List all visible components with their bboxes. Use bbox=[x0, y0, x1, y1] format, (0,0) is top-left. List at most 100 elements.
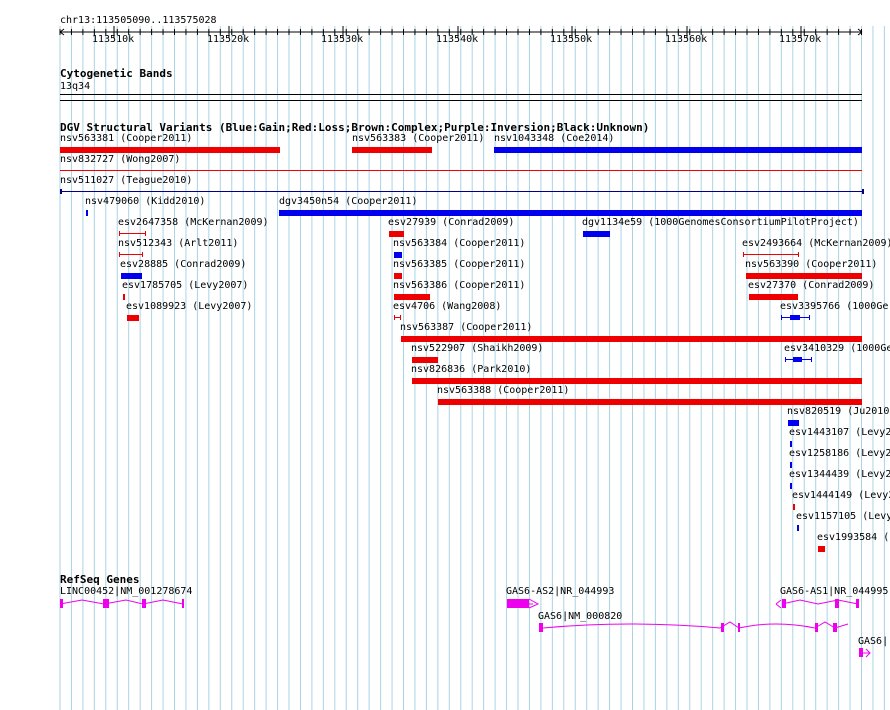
variant-feature[interactable] bbox=[60, 189, 864, 194]
variant-label[interactable]: esv1443107 (Levy2 bbox=[789, 427, 890, 439]
variant-label[interactable]: nsv563387 (Cooper2011) bbox=[400, 322, 532, 334]
gene-exon bbox=[815, 623, 818, 632]
variant-feature[interactable] bbox=[818, 546, 825, 552]
gene-exon bbox=[60, 599, 63, 608]
gene-intron-line bbox=[59, 599, 184, 605]
variant-feature[interactable] bbox=[749, 294, 798, 300]
variant-label[interactable]: nsv479060 (Kidd2010) bbox=[85, 196, 205, 208]
variant-label[interactable]: nsv511027 (Teague2010) bbox=[60, 175, 192, 187]
ruler-tick-label: 113540k bbox=[436, 34, 479, 45]
variant-feature[interactable] bbox=[394, 315, 401, 320]
variant-feature[interactable] bbox=[401, 336, 862, 342]
variant-label[interactable]: nsv522907 (Shaikh2009) bbox=[411, 343, 543, 355]
variant-end-cap bbox=[60, 189, 62, 194]
variant-label[interactable]: nsv563385 (Cooper2011) bbox=[393, 259, 525, 271]
variant-label[interactable]: esv1157105 (Levy bbox=[796, 511, 890, 523]
variant-label[interactable]: nsv1043348 (Coe2014) bbox=[494, 133, 614, 145]
gene-exon bbox=[833, 623, 837, 632]
variant-label[interactable]: esv1993584 ( bbox=[817, 532, 889, 544]
cytogenetic-track-title: Cytogenetic Bands bbox=[60, 67, 173, 80]
gene-exon bbox=[142, 599, 146, 608]
cytoband-label: 13q34 bbox=[60, 81, 91, 92]
variant-feature[interactable] bbox=[785, 357, 812, 362]
gene-exon bbox=[738, 623, 740, 632]
variant-label[interactable]: esv1258186 (Levy2 bbox=[789, 448, 890, 460]
variant-label[interactable]: esv27370 (Conrad2009) bbox=[748, 280, 874, 292]
gene-strand-arrow bbox=[775, 599, 782, 609]
variant-label[interactable]: esv1344439 (Levy2 bbox=[789, 469, 890, 481]
ruler-tick-label: 113550k bbox=[550, 34, 593, 45]
variant-feature[interactable] bbox=[123, 294, 125, 300]
cytoband-top-line bbox=[60, 94, 862, 95]
gene-exon bbox=[539, 623, 543, 632]
variant-label[interactable]: nsv563381 (Cooper2011) bbox=[60, 133, 192, 145]
variant-feature[interactable] bbox=[127, 315, 139, 321]
gene-strand-arrow bbox=[528, 598, 540, 609]
gene-exon bbox=[721, 623, 724, 632]
variant-label[interactable]: esv3395766 (1000Ger bbox=[780, 301, 890, 313]
variant-label[interactable]: dgv1134e59 (1000GenomesConsortiumPilotPr… bbox=[582, 217, 859, 229]
variant-end-cap bbox=[119, 252, 120, 257]
variant-label[interactable]: nsv512343 (Arlt2011) bbox=[118, 238, 238, 250]
variant-feature[interactable] bbox=[394, 294, 430, 300]
gene-exon bbox=[507, 599, 529, 608]
variant-feature[interactable] bbox=[494, 147, 862, 153]
gene-exon bbox=[835, 599, 839, 608]
variant-feature[interactable] bbox=[394, 252, 402, 258]
variant-feature[interactable] bbox=[119, 252, 143, 257]
variant-feature[interactable] bbox=[797, 525, 799, 531]
variant-label[interactable]: nsv563384 (Cooper2011) bbox=[393, 238, 525, 250]
variant-feature[interactable] bbox=[438, 399, 862, 405]
gene-intron-line bbox=[781, 599, 859, 605]
variant-feature[interactable] bbox=[352, 147, 432, 153]
cytoband-bottom-line bbox=[60, 100, 862, 101]
gene-models bbox=[59, 598, 871, 658]
ruler-tick-label: 113530k bbox=[321, 34, 364, 45]
variant-label[interactable]: nsv826836 (Park2010) bbox=[411, 364, 531, 376]
variant-feature[interactable] bbox=[121, 273, 142, 279]
variant-feature[interactable] bbox=[583, 231, 610, 237]
variant-feature[interactable] bbox=[781, 315, 810, 320]
variant-feature[interactable] bbox=[790, 441, 792, 447]
refseq-track-title: RefSeq Genes bbox=[60, 573, 140, 586]
variant-label[interactable]: esv4706 (Wang2008) bbox=[393, 301, 501, 313]
variant-label[interactable]: esv27939 (Conrad2009) bbox=[388, 217, 514, 229]
variant-feature[interactable] bbox=[743, 252, 799, 257]
variant-end-cap bbox=[145, 231, 146, 236]
variant-label[interactable]: nsv563383 (Cooper2011) bbox=[352, 133, 484, 145]
variant-feature[interactable] bbox=[790, 462, 792, 468]
variant-label[interactable]: esv1444149 (Levy2 bbox=[792, 490, 890, 502]
variant-feature[interactable] bbox=[412, 357, 438, 363]
variant-label[interactable]: esv2647358 (McKernan2009) bbox=[118, 217, 269, 229]
variant-label[interactable]: dgv3450n54 (Cooper2011) bbox=[279, 196, 417, 208]
variant-label[interactable]: nsv820519 (Ju2010 bbox=[787, 406, 889, 418]
variant-feature[interactable] bbox=[394, 273, 402, 279]
variant-label[interactable]: esv1785705 (Levy2007) bbox=[122, 280, 248, 292]
variant-feature[interactable] bbox=[790, 483, 792, 489]
variant-feature[interactable] bbox=[60, 170, 862, 171]
variant-feature[interactable] bbox=[746, 273, 862, 279]
variant-label[interactable]: nsv563390 (Cooper2011) bbox=[745, 259, 877, 271]
variant-label[interactable]: esv1089923 (Levy2007) bbox=[126, 301, 252, 313]
gene-intron-line bbox=[542, 621, 849, 629]
variant-feature[interactable] bbox=[86, 210, 88, 216]
variant-feature[interactable] bbox=[60, 147, 280, 153]
variant-label[interactable]: nsv832727 (Wong2007) bbox=[60, 154, 180, 166]
variant-end-cap bbox=[142, 252, 143, 257]
variant-label[interactable]: nsv563386 (Cooper2011) bbox=[393, 280, 525, 292]
variant-label[interactable]: esv2493664 (McKernan2009) bbox=[742, 238, 890, 250]
variant-end-cap bbox=[394, 315, 395, 320]
variant-feature[interactable] bbox=[793, 504, 795, 510]
variant-feature[interactable] bbox=[119, 231, 146, 236]
variant-feature[interactable] bbox=[389, 231, 404, 237]
variant-end-cap bbox=[785, 357, 786, 362]
variant-end-cap bbox=[400, 315, 401, 320]
variant-end-cap bbox=[809, 315, 810, 320]
variant-label[interactable]: esv28885 (Conrad2009) bbox=[120, 259, 246, 271]
variant-feature[interactable] bbox=[412, 378, 862, 384]
variant-label[interactable]: esv3410329 (1000Ge bbox=[784, 343, 890, 355]
variant-end-cap bbox=[811, 357, 812, 362]
variant-feature[interactable] bbox=[279, 210, 862, 216]
variant-feature[interactable] bbox=[788, 420, 799, 426]
variant-label[interactable]: nsv563388 (Cooper2011) bbox=[437, 385, 569, 397]
